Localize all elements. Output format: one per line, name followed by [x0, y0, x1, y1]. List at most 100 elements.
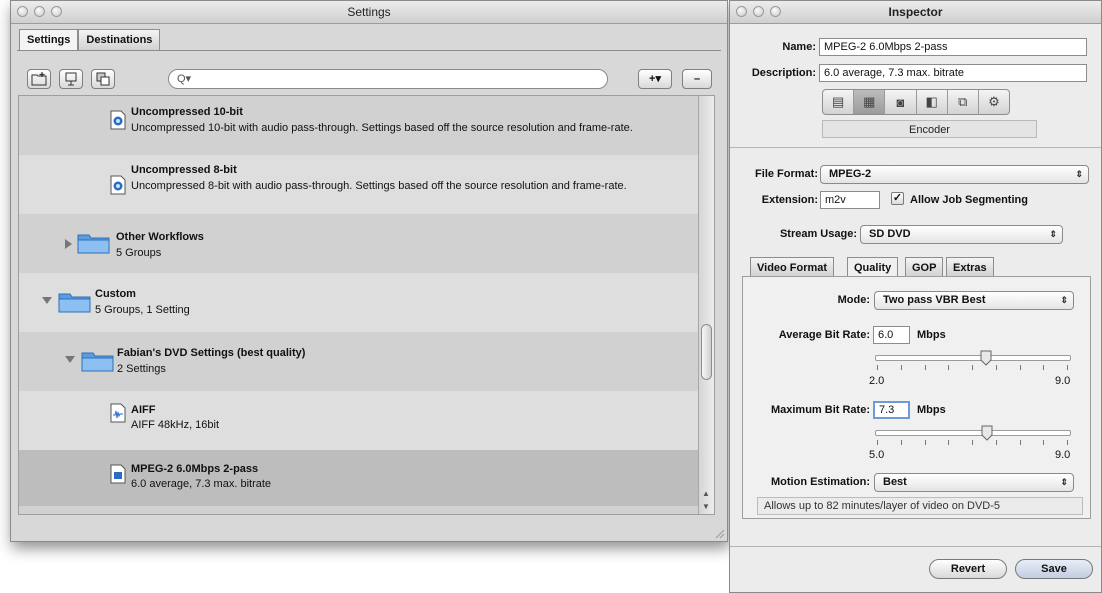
slider-tick [948, 440, 950, 445]
close-window-button[interactable] [736, 6, 747, 17]
list-filler [19, 506, 699, 514]
tab-quality[interactable]: Quality [847, 257, 899, 277]
scroll-down-arrow-icon[interactable]: ▼ [702, 502, 710, 511]
setting-title: AIFF [131, 404, 156, 416]
disc-capacity-message: Allows up to 82 minutes/layer of video o… [757, 497, 1083, 515]
group-title: Other Workflows [116, 231, 204, 243]
section-divider [730, 147, 1101, 148]
stream-usage-popup[interactable]: SD DVD ⇕ [860, 225, 1063, 244]
list-item-selected[interactable]: MPEG-2 6.0Mbps 2-pass 6.0 average, 7.3 m… [19, 450, 699, 506]
duplicate-button[interactable] [91, 69, 115, 89]
scrollbar-thumb[interactable] [701, 324, 712, 380]
inspector-titlebar[interactable]: Inspector [730, 1, 1101, 24]
stream-usage-value: SD DVD [869, 228, 911, 240]
file-format-popup[interactable]: MPEG-2 ⇕ [820, 165, 1089, 184]
description-field[interactable]: 6.0 average, 7.3 max. bitrate [819, 64, 1087, 82]
settings-titlebar[interactable]: Settings [11, 1, 727, 24]
slider-tick [1019, 440, 1021, 445]
allow-job-segmenting-checkbox[interactable]: ✓ [891, 192, 904, 205]
tab-extras[interactable]: Extras [946, 257, 994, 277]
tab-video-format[interactable]: Video Format [750, 257, 835, 277]
list-item-group[interactable]: Other Workflows 5 Groups [19, 214, 699, 273]
extension-field[interactable]: m2v [820, 191, 880, 209]
quicktime-document-icon [110, 175, 126, 195]
encoder-pane-icon[interactable]: ▦ [854, 90, 886, 114]
motion-estimation-value: Best [883, 476, 907, 488]
quality-panel: Mode: Two pass VBR Best ⇕ Average Bit Rat… [742, 276, 1091, 519]
settings-list: Uncompressed 10-bit Uncompressed 10-bit … [18, 95, 715, 515]
actions-pane-icon[interactable]: ⚙ [979, 90, 1009, 114]
slider-tick [972, 365, 973, 370]
revert-button[interactable]: Revert [929, 559, 1007, 579]
mode-value: Two pass VBR Best [883, 294, 986, 306]
tab-settings[interactable]: Settings [19, 29, 79, 50]
remove-button[interactable]: – [682, 69, 712, 89]
average-bit-rate-slider[interactable] [875, 355, 1071, 361]
slider-tick [900, 440, 902, 445]
group-count: 5 Groups [116, 247, 162, 259]
add-menu-button[interactable]: +▾ [638, 69, 672, 89]
disclosure-triangle-expanded-icon[interactable] [65, 356, 75, 363]
geometry-pane-icon[interactable]: ⧉ [948, 90, 979, 114]
list-item[interactable]: Uncompressed 10-bit Uncompressed 10-bit … [19, 96, 699, 155]
average-bit-rate-field[interactable]: 6.0 [873, 326, 910, 344]
setting-description: Uncompressed 10-bit with audio pass-thro… [131, 122, 633, 134]
slider-tick [924, 440, 926, 445]
settings-window: Settings Settings Destinations Q▾ +▾ – U… [10, 0, 728, 542]
folder-icon [77, 234, 110, 254]
motion-estimation-label: Motion Estimation: [771, 476, 870, 488]
duplicate-icon [96, 72, 110, 86]
maximum-bit-rate-label: Maximum Bit Rate: [770, 404, 870, 416]
filters-pane-icon[interactable]: ◧ [917, 90, 948, 114]
file-format-label: File Format: [755, 168, 818, 180]
search-field[interactable]: Q▾ [168, 69, 608, 89]
zoom-window-button[interactable] [51, 6, 62, 17]
maximum-bit-rate-slider-knob[interactable] [981, 425, 993, 441]
tab-destinations[interactable]: Destinations [78, 29, 161, 50]
disclosure-triangle-expanded-icon[interactable] [42, 297, 52, 304]
average-bit-rate-min: 2.0 [869, 375, 885, 387]
minimize-window-button[interactable] [753, 6, 764, 17]
slider-tick [1067, 365, 1068, 370]
list-item[interactable]: AIFF AIFF 48kHz, 16bit [19, 391, 699, 450]
disclosure-triangle-collapsed-icon[interactable] [65, 239, 72, 249]
mode-popup[interactable]: Two pass VBR Best ⇕ [874, 291, 1074, 310]
resize-grip-icon[interactable] [713, 527, 725, 539]
save-button[interactable]: Save [1015, 559, 1093, 579]
slider-tick [900, 365, 902, 370]
list-item[interactable]: Uncompressed 8-bit Uncompressed 8-bit wi… [19, 155, 699, 214]
list-scrollbar[interactable]: ▲ ▼ [698, 96, 714, 514]
maximum-bit-rate-field[interactable]: 7.3 [873, 401, 910, 419]
list-item-group[interactable]: Custom 5 Groups, 1 Setting [19, 273, 699, 332]
tab-gop[interactable]: GOP [905, 257, 944, 277]
setting-icon [65, 72, 77, 86]
motion-estimation-popup[interactable]: Best ⇕ [874, 473, 1074, 492]
maximum-bit-rate-slider[interactable] [875, 430, 1071, 436]
slider-tick [1043, 365, 1045, 370]
name-label: Name: [782, 41, 816, 53]
window-controls [736, 6, 781, 17]
maximum-bit-rate-max: 9.0 [1055, 449, 1071, 461]
slider-tick [995, 440, 997, 445]
group-title: Custom [95, 288, 136, 300]
minimize-window-button[interactable] [34, 6, 45, 17]
frame-controls-pane-icon[interactable]: ◙ [885, 90, 917, 114]
name-field[interactable]: MPEG-2 6.0Mbps 2-pass [819, 38, 1087, 56]
list-item-group[interactable]: Fabian's DVD Settings (best quality) 2 S… [19, 332, 699, 391]
close-window-button[interactable] [17, 6, 28, 17]
slider-tick [877, 365, 878, 370]
setting-title: MPEG-2 6.0Mbps 2-pass [131, 463, 259, 475]
scroll-up-arrow-icon[interactable]: ▲ [702, 489, 710, 498]
popup-arrows-icon: ⇕ [1075, 169, 1083, 179]
quicktime-document-icon [110, 110, 126, 130]
new-setting-button[interactable] [59, 69, 83, 89]
average-bit-rate-slider-knob[interactable] [980, 350, 992, 366]
zoom-window-button[interactable] [770, 6, 781, 17]
mode-label: Mode: [837, 294, 870, 306]
popup-arrows-icon: ⇕ [1060, 477, 1068, 487]
setting-title: Uncompressed 10-bit [131, 106, 243, 118]
inspector-window: Inspector Name: MPEG-2 6.0Mbps 2-pass De… [729, 0, 1102, 593]
file-format-value: MPEG-2 [829, 168, 872, 180]
new-group-button[interactable] [27, 69, 51, 89]
summary-pane-icon[interactable]: ▤ [823, 90, 855, 114]
